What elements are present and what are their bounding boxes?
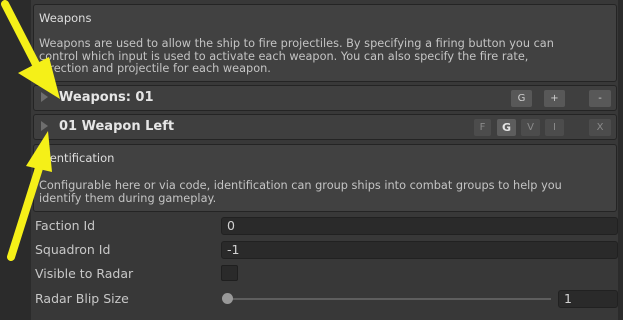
annotation-arrow-1-head bbox=[18, 57, 60, 99]
annotation-arrows bbox=[1, 0, 60, 261]
annotation-arrow-2-shaft bbox=[7, 161, 44, 261]
annotation-arrow-2-head bbox=[26, 131, 52, 172]
